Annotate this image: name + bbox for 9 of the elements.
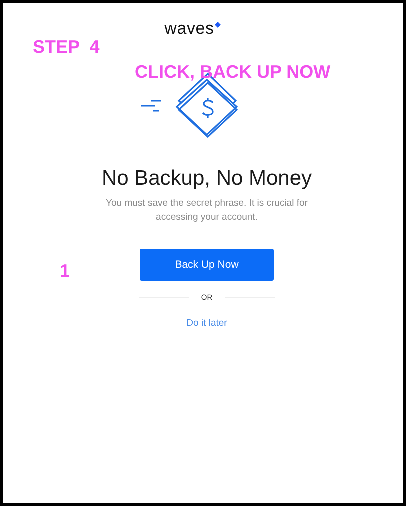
back-up-button[interactable]: Back Up Now <box>140 249 274 281</box>
heading: No Backup, No Money <box>102 167 312 191</box>
logo-text: waves <box>164 19 214 39</box>
description-text: You must save the secret phrase. It is crucial for accessing your account. <box>105 197 309 225</box>
annotation-text: 1 <box>60 261 70 282</box>
diamond-icon <box>215 22 222 28</box>
annotation-text: STEP 4 <box>33 37 100 58</box>
annotation-text: CLICK, BACK UP NOW <box>135 62 331 83</box>
later-link[interactable]: Do it later <box>186 318 228 329</box>
